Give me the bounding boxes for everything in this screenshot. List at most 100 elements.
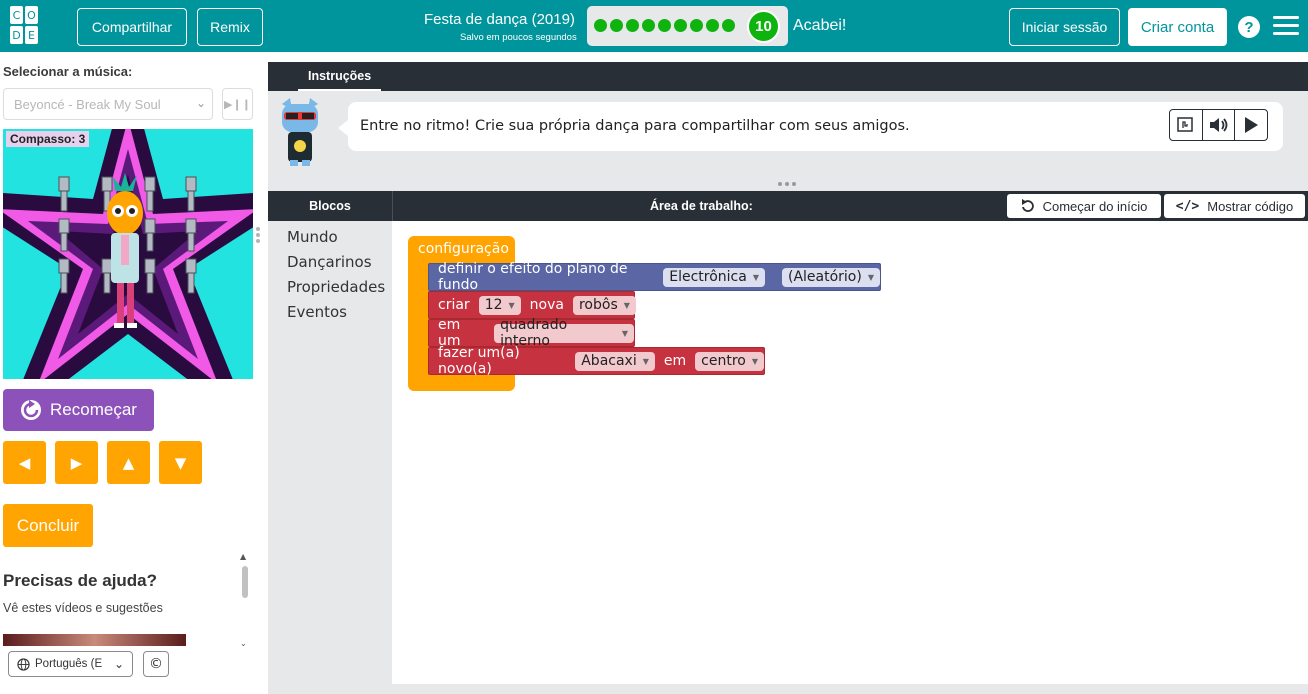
- logo-letter-o: O: [25, 6, 38, 24]
- show-code-button[interactable]: </> Mostrar código: [1164, 194, 1305, 218]
- background-effect-value: Electrônica: [669, 269, 747, 285]
- dropdown-caret-icon: ▼: [642, 356, 649, 366]
- category-properties[interactable]: Propriedades: [287, 278, 385, 296]
- new-dancer-dropdown[interactable]: Abacaxi ▼: [575, 351, 655, 371]
- chevron-down-icon: ⌄: [113, 657, 124, 671]
- logo-letter-c: C: [10, 6, 23, 24]
- header-divider: [392, 191, 393, 221]
- progress-dot[interactable]: [626, 19, 639, 32]
- music-label: Selecionar a música:: [3, 64, 133, 79]
- bottom-strip: [268, 684, 1308, 694]
- dropdown-caret-icon: ▼: [752, 272, 759, 282]
- dance-stage: Compasso: 3: [3, 129, 253, 379]
- top-header: C O D E Compartilhar Remix Festa de danç…: [0, 0, 1308, 52]
- layout-block[interactable]: em um quadrado interno ▼: [428, 317, 635, 349]
- vertical-resize-handle[interactable]: [256, 227, 262, 249]
- restart-button[interactable]: Recomeçar: [3, 389, 154, 431]
- code-icon: </>: [1175, 198, 1200, 214]
- arrow-down-icon[interactable]: ▼: [159, 441, 202, 484]
- current-level-bubble[interactable]: 10: [747, 10, 780, 43]
- progress-dot[interactable]: [610, 19, 623, 32]
- instruction-bubble: Entre no ritmo! Crie sua própria dança p…: [338, 102, 1283, 151]
- toolbox: Mundo Dançarinos Propriedades Eventos: [268, 221, 392, 684]
- at-label: em: [663, 353, 687, 369]
- arrow-up-icon[interactable]: ▲: [107, 441, 150, 484]
- progress-dots: [594, 19, 735, 32]
- start-over-label: Começar do início: [1042, 198, 1148, 214]
- progress-dot[interactable]: [722, 19, 735, 32]
- workspace-header: Blocos Área de trabalho: Começar do iníc…: [268, 191, 1308, 221]
- create-account-button[interactable]: Criar conta: [1128, 8, 1227, 46]
- instruction-text: Entre no ritmo! Crie sua própria dança p…: [360, 118, 910, 134]
- logo-letter-d: D: [10, 26, 23, 44]
- copyright-button[interactable]: ©: [143, 651, 169, 677]
- make-new-dancer-block[interactable]: fazer um(a) novo(a) Abacaxi ▼ em centro ▼: [428, 345, 765, 377]
- category-events[interactable]: Eventos: [287, 303, 347, 321]
- set-background-block[interactable]: definir o efeito do plano de fundo Elect…: [428, 261, 881, 293]
- blockly-workspace[interactable]: configuração definir o efeito do plano d…: [392, 221, 1308, 684]
- set-background-label: definir o efeito do plano de fundo: [438, 261, 628, 293]
- background-palette-value: (Aleatório): [787, 269, 862, 285]
- tab-instructions[interactable]: Instruções: [298, 62, 382, 91]
- play-icon[interactable]: [1235, 110, 1267, 140]
- create-dancers-block[interactable]: criar 12 ▼ nova robôs ▼: [428, 291, 636, 319]
- code-org-logo[interactable]: C O D E: [8, 4, 52, 48]
- sign-in-button[interactable]: Iniciar sessão: [1009, 8, 1120, 46]
- scroll-down-icon[interactable]: ⌄: [240, 639, 247, 648]
- dancer-type-dropdown[interactable]: robôs ▼: [572, 295, 636, 315]
- dropdown-caret-icon: ▼: [867, 272, 874, 282]
- dropdown-caret-icon: ▼: [508, 300, 515, 310]
- restart-icon: [21, 400, 42, 420]
- help-video-thumbnail[interactable]: [3, 634, 186, 646]
- speaker-icon[interactable]: [1203, 110, 1236, 140]
- dancer-type-value: robôs: [578, 297, 618, 313]
- progress-dot[interactable]: [658, 19, 671, 32]
- category-world[interactable]: Mundo: [287, 228, 338, 246]
- arrow-left-icon[interactable]: ◀: [3, 441, 46, 484]
- start-over-button[interactable]: Começar do início: [1007, 194, 1161, 218]
- remix-button[interactable]: Remix: [197, 8, 263, 46]
- language-select[interactable]: Português (E ⌄: [8, 651, 133, 677]
- left-panel: Selecionar a música: Beyoncé - Break My …: [0, 52, 268, 694]
- progress-dot[interactable]: [690, 19, 703, 32]
- cat-avatar-icon: [282, 98, 318, 166]
- play-pause-icon[interactable]: ▶❙❙: [222, 88, 253, 120]
- language-value: Português (E: [35, 658, 103, 670]
- background-effect-dropdown[interactable]: Electrônica ▼: [663, 267, 765, 287]
- save-status: Salvo em poucos segundos: [460, 32, 577, 43]
- dancer-count-dropdown[interactable]: 12 ▼: [478, 295, 521, 315]
- song-select-value: Beyoncé - Break My Soul: [14, 97, 161, 112]
- help-scrollbar[interactable]: ▲ ⌄: [238, 552, 252, 648]
- sign-language-icon[interactable]: [1170, 110, 1203, 140]
- background-palette-dropdown[interactable]: (Aleatório) ▼: [781, 267, 880, 287]
- hamburger-icon[interactable]: [1273, 16, 1299, 36]
- restart-label: Recomeçar: [50, 400, 137, 419]
- new-dancer-value: Abacaxi: [581, 353, 637, 369]
- setup-block-label: configuração: [418, 241, 509, 257]
- share-button[interactable]: Compartilhar: [77, 8, 187, 46]
- progress-dot[interactable]: [594, 19, 607, 32]
- create-label: criar: [438, 297, 470, 313]
- finish-button[interactable]: Concluir: [3, 504, 93, 547]
- category-dancers[interactable]: Dançarinos: [287, 253, 372, 271]
- level-progress: 10: [587, 6, 788, 46]
- stage-background: [3, 129, 253, 379]
- text-to-speech-controls: [1169, 109, 1268, 141]
- logo-spacer: [40, 6, 53, 24]
- horizontal-resize-handle[interactable]: [268, 179, 1308, 191]
- progress-dot[interactable]: [674, 19, 687, 32]
- finished-link[interactable]: Acabei!: [793, 17, 846, 35]
- location-dropdown[interactable]: centro ▼: [695, 351, 764, 371]
- layout-shape-dropdown[interactable]: quadrado interno ▼: [494, 317, 634, 349]
- scroll-up-icon[interactable]: ▲: [240, 552, 246, 561]
- dancer-count-value: 12: [484, 297, 503, 313]
- progress-dot[interactable]: [642, 19, 655, 32]
- workspace-title: Área de trabalho:: [650, 199, 753, 213]
- progress-dot[interactable]: [706, 19, 719, 32]
- arrow-right-icon[interactable]: ▶: [55, 441, 98, 484]
- dropdown-caret-icon: ▼: [621, 328, 628, 338]
- scroll-thumb[interactable]: [242, 566, 248, 598]
- dropdown-caret-icon: ▼: [623, 300, 630, 310]
- song-select[interactable]: Beyoncé - Break My Soul ⌄: [3, 88, 213, 120]
- help-icon[interactable]: ?: [1238, 16, 1260, 38]
